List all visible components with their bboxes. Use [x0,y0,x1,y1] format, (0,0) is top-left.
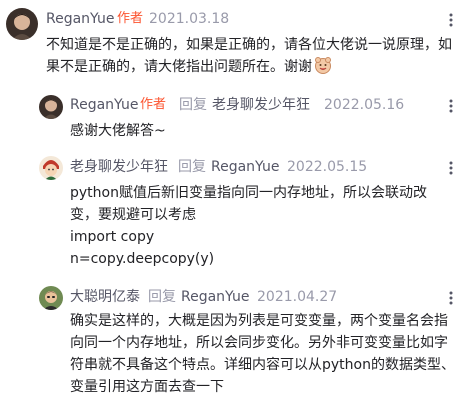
comment-author[interactable]: 大聪明亿泰 [70,287,140,307]
comment-author[interactable]: ReganYue [46,9,114,29]
comment-text-line: import copy [70,229,155,245]
comment-date: 2021.04.27 [257,289,338,305]
reply-word: 回复 [178,159,206,175]
reply-to-name[interactable]: ReganYue [181,287,249,307]
reply-to-name[interactable]: 老身聊发少年狂 [212,95,310,115]
reply-word: 回复 [179,97,207,113]
comment-text: 不知道是不是正确的，如果是正确的，请各位大佬说一说原理，如果不是正确的，请大佬指… [46,37,452,75]
comment-date: 2021.03.18 [149,11,230,27]
more-icon[interactable] [443,160,459,176]
reply-to-name[interactable]: ReganYue [211,157,279,177]
avatar[interactable] [39,95,63,119]
more-icon[interactable] [443,290,459,306]
comment-author[interactable]: 老身聊发少年狂 [70,157,168,177]
avatar[interactable] [39,156,63,180]
comment-author[interactable]: ReganYue [70,95,138,115]
more-icon[interactable] [443,12,459,28]
comment-text-line: n=copy.deepcopy(y) [70,251,215,267]
reply-word: 回复 [148,289,176,305]
author-tag: 作者 [117,11,144,26]
comment-text-line: python赋值后新旧变量指向同一内存地址，所以会联动改变，要规避可以考虑 [70,185,427,223]
comment-text: python赋值后新旧变量指向同一内存地址，所以会联动改变，要规避可以考虑 im… [70,182,452,270]
avatar[interactable] [39,286,63,310]
happy-emoji-icon [314,56,332,74]
comment-text: 确实是这样的，大概是因为列表是可变变量，两个变量名会指向同一个内存地址，所以会同… [70,313,455,395]
more-icon[interactable] [443,98,459,114]
comment-text: 感谢大佬解答~ [70,123,166,139]
comment-date: 2022.05.16 [324,97,405,113]
avatar[interactable] [6,8,38,40]
author-tag: 作者 [140,97,167,112]
comment-date: 2022.05.15 [287,159,368,175]
